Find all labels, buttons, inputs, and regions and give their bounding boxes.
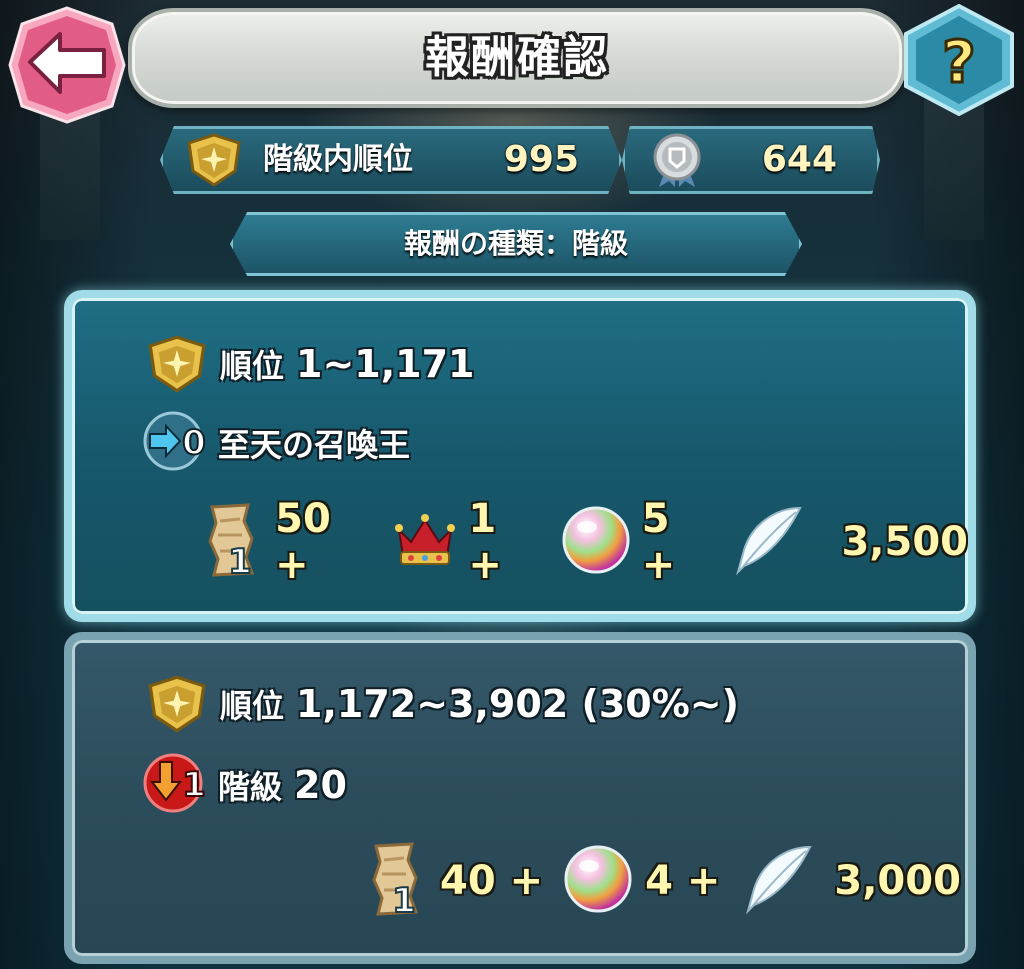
tier-rank-label: 順位 xyxy=(220,347,285,385)
feather-icon xyxy=(746,845,813,915)
scroll-reward: 1 xyxy=(364,840,428,922)
back-button[interactable] xyxy=(8,6,126,124)
scroll-icon: 1 xyxy=(372,842,419,922)
reward-tier-panel-1: 順位 1~1,171 0 至天の召喚王 1 50 + 1 + 5 + 3,500 xyxy=(64,290,976,622)
orb-reward xyxy=(561,505,631,579)
scroll-badge: 1 xyxy=(392,881,416,918)
tier-rank-range: 1~1,171 xyxy=(296,342,475,386)
feather-reward xyxy=(730,504,804,580)
feather-reward xyxy=(740,843,814,919)
rank-label: 階級内順位 xyxy=(263,142,413,177)
tier-rank-range: 1,172~3,902 (30%~) xyxy=(296,682,740,726)
crown-icon xyxy=(395,514,456,565)
arrow-right-icon: 0 xyxy=(143,411,207,471)
help-button[interactable]: ? xyxy=(900,3,1018,117)
feather-amount: 3,500 xyxy=(841,519,968,565)
gold-shield-icon xyxy=(187,133,241,187)
orb-reward xyxy=(563,844,633,918)
gold-shield-icon xyxy=(148,335,206,393)
feather-amount: 3,000 xyxy=(834,858,961,904)
crown-amount: 1 + xyxy=(468,496,502,588)
rank-change-badge: 1 xyxy=(142,752,212,818)
rank-pill: 階級内順位 995 xyxy=(160,126,622,194)
background-pillar xyxy=(924,100,984,240)
reward-tier-panel-2: 順位 1,172~3,902 (30%~) 1 階級 20 1 40 + 4 +… xyxy=(64,632,976,964)
rank-change-badge: 0 xyxy=(142,410,212,476)
tier-status-value: 20 xyxy=(294,763,347,807)
orb-amount: 4 + xyxy=(645,858,721,904)
tier-status-text: 至天の召喚王 xyxy=(218,426,411,464)
tier-status-row: 0 至天の召喚王 xyxy=(142,410,410,476)
tier-rank-label: 順位 xyxy=(220,687,285,725)
medal-value: 644 xyxy=(761,139,837,180)
reward-type-label: 報酬の種類：階級 xyxy=(403,227,628,260)
crown-reward xyxy=(393,512,457,572)
orb-amount: 5 + xyxy=(641,496,676,588)
orb-icon xyxy=(564,845,632,913)
tier-status-row: 1 階級 20 xyxy=(142,752,347,818)
tier-rewards-row: 1 50 + 1 + 5 + 3,500 xyxy=(200,496,968,588)
scroll-amount: 40 + xyxy=(440,858,544,904)
feather-icon xyxy=(736,506,802,576)
tier-rewards-row: 1 40 + 4 + 3,000 xyxy=(364,840,961,922)
tier-rank-row: 順位 1~1,171 xyxy=(146,334,475,394)
silver-medal-icon xyxy=(653,133,701,187)
arrow-down-icon: 1 xyxy=(143,753,207,813)
reward-type-banner: 報酬の種類：階級 xyxy=(230,212,802,276)
title-banner: 報酬確認 xyxy=(128,8,906,108)
tier-status-label: 階級 xyxy=(218,768,283,806)
orb-icon xyxy=(562,506,630,574)
svg-text:?: ? xyxy=(942,28,976,96)
question-mark-icon: ? xyxy=(904,3,1014,117)
scroll-amount: 50 + xyxy=(275,496,331,588)
scroll-icon: 1 xyxy=(208,503,255,583)
rank-value: 995 xyxy=(503,139,579,180)
medal-pill: 644 xyxy=(622,126,880,194)
scroll-badge: 1 xyxy=(228,542,252,579)
rank-change-value: 0 xyxy=(182,423,206,463)
gold-shield-icon xyxy=(148,675,206,733)
tier-rank-row: 順位 1,172~3,902 (30%~) xyxy=(146,674,739,734)
rank-change-value: 1 xyxy=(182,765,206,805)
scroll-reward: 1 xyxy=(200,501,264,583)
arrow-left-icon xyxy=(8,6,126,124)
page-title: 報酬確認 xyxy=(425,32,609,83)
